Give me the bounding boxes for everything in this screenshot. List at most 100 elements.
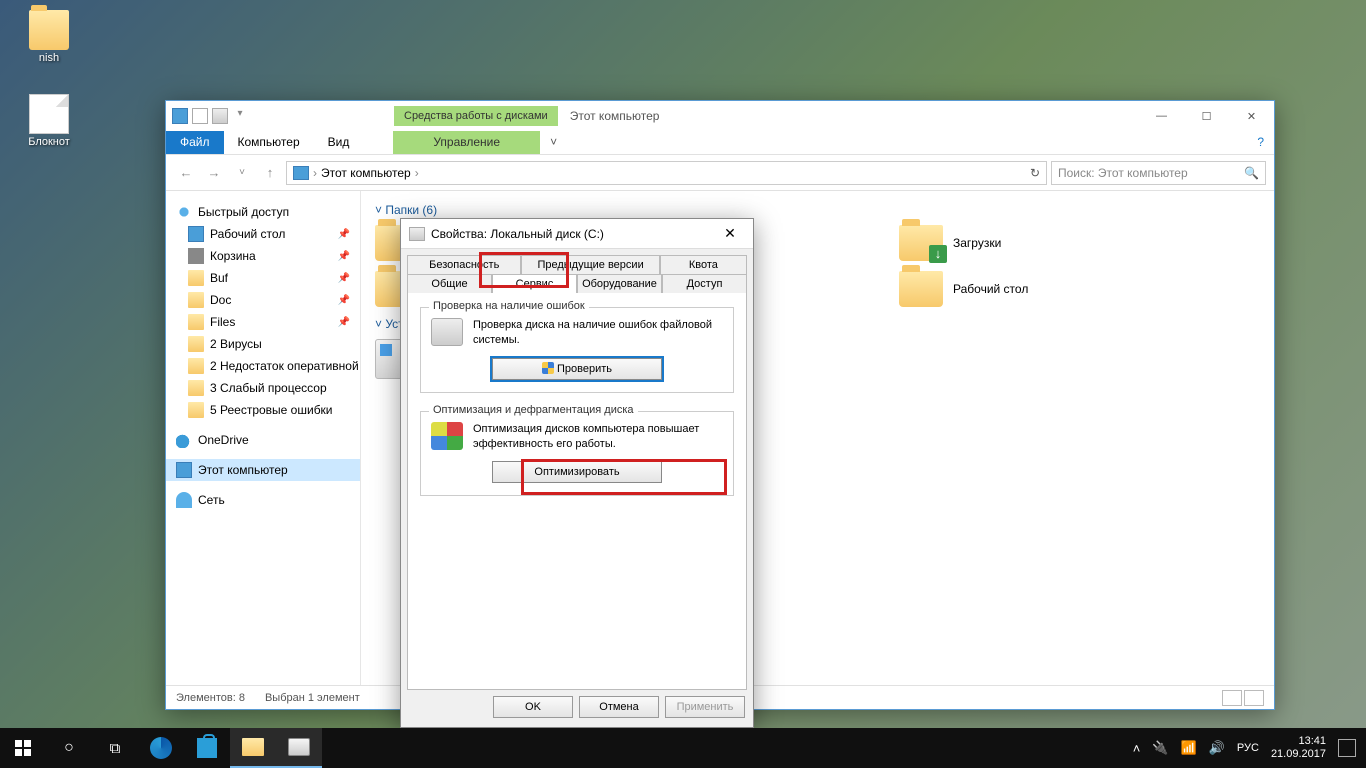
chevron-right-icon[interactable]: ›	[415, 166, 419, 180]
pin-icon: 📌	[338, 295, 350, 306]
tab-sharing[interactable]: Доступ	[662, 274, 747, 293]
taskbar-edge[interactable]	[138, 728, 184, 768]
apply-button[interactable]: Применить	[665, 696, 745, 718]
optimize-button[interactable]: Оптимизировать	[492, 461, 662, 483]
close-icon[interactable]: ✕	[715, 225, 745, 242]
sidebar-item-files[interactable]: Files📌	[166, 311, 360, 333]
desktop-icon-notepad[interactable]: Блокнот	[14, 94, 84, 148]
tab-quota[interactable]: Квота	[660, 255, 747, 275]
desktop-icon-nish[interactable]: nish	[14, 10, 84, 64]
nav-up-button[interactable]: ↑	[258, 161, 282, 185]
start-button[interactable]	[0, 728, 46, 768]
chevron-right-icon[interactable]: ›	[313, 166, 317, 180]
cancel-button[interactable]: Отмена	[579, 696, 659, 718]
pc-icon	[176, 462, 192, 478]
desktop-icon-label: nish	[14, 52, 84, 64]
folder-item-desktop[interactable]: Рабочий стол	[899, 271, 1028, 307]
sidebar-item-cpu[interactable]: 3 Слабый процессор	[166, 377, 360, 399]
taskbar-search-button[interactable]: ○	[46, 728, 92, 768]
breadcrumb-item[interactable]: Этот компьютер	[321, 166, 411, 180]
sidebar-item-buf[interactable]: Buf📌	[166, 267, 360, 289]
titlebar[interactable]: ▾ Средства работы с дисками Этот компьют…	[166, 101, 1274, 131]
ribbon-collapse-icon[interactable]: ˅	[540, 131, 567, 154]
sidebar-item-ram[interactable]: 2 Недостаток оперативной	[166, 355, 360, 377]
ribbon-tab-manage[interactable]: Управление	[393, 131, 540, 154]
tab-general[interactable]: Общие	[407, 274, 492, 293]
nav-history-button[interactable]: ˅	[230, 161, 254, 185]
search-placeholder: Поиск: Этот компьютер	[1058, 166, 1188, 180]
sidebar-this-pc[interactable]: Этот компьютер	[166, 459, 360, 481]
tab-prev-versions[interactable]: Предыдущие версии	[521, 255, 659, 275]
drive-check-icon	[431, 318, 463, 346]
sidebar-item-desktop[interactable]: Рабочий стол📌	[166, 223, 360, 245]
tray-power-icon[interactable]: 🔌	[1152, 740, 1168, 756]
tray-language[interactable]: РУС	[1237, 742, 1259, 754]
tray-wifi-icon[interactable]: 📶	[1181, 740, 1197, 756]
minimize-button[interactable]: —	[1139, 101, 1184, 131]
ribbon-tab-file[interactable]: Файл	[166, 131, 224, 154]
sidebar: Быстрый доступ Рабочий стол📌 Корзина📌 Bu…	[166, 191, 361, 685]
folder-item-downloads[interactable]: Загрузки	[899, 225, 1001, 261]
sidebar-item-doc[interactable]: Doc📌	[166, 289, 360, 311]
tray-chevron-icon[interactable]: ˄	[1133, 741, 1141, 756]
taskbar-taskview-button[interactable]: ⧉	[92, 728, 138, 768]
group-legend: Оптимизация и дефрагментация диска	[429, 404, 638, 416]
pin-icon: 📌	[338, 251, 350, 262]
ribbon-tab-view[interactable]: Вид	[314, 131, 364, 154]
view-large-icon[interactable]	[1244, 690, 1264, 706]
tray-clock[interactable]: 13:41 21.09.2017	[1271, 735, 1326, 761]
tray-volume-icon[interactable]: 🔊	[1209, 740, 1225, 756]
help-icon[interactable]: ?	[1247, 131, 1274, 154]
refresh-icon[interactable]: ↻	[1030, 166, 1040, 180]
disk-icon	[288, 738, 310, 756]
pin-icon: 📌	[338, 273, 350, 284]
downloads-folder-icon	[899, 225, 943, 261]
check-button[interactable]: Проверить	[492, 358, 662, 380]
nav-forward-button[interactable]: →	[202, 161, 226, 185]
close-button[interactable]: ✕	[1229, 101, 1274, 131]
folder-icon	[188, 336, 204, 352]
sidebar-item-recycle[interactable]: Корзина📌	[166, 245, 360, 267]
qat-newfolder-icon[interactable]	[212, 108, 228, 124]
sidebar-item-virus[interactable]: 2 Вирусы	[166, 333, 360, 355]
ok-button[interactable]: OK	[493, 696, 573, 718]
network-icon	[176, 492, 192, 508]
ribbon-tab-computer[interactable]: Компьютер	[224, 131, 314, 154]
system-tray: ˄ 🔌 📶 🔊 РУС 13:41 21.09.2017	[1123, 735, 1366, 761]
nav-back-button[interactable]: ←	[174, 161, 198, 185]
taskbar-store[interactable]	[184, 728, 230, 768]
context-tab-label: Средства работы с дисками	[394, 106, 558, 126]
tab-tools[interactable]: Сервис	[492, 274, 577, 293]
sidebar-onedrive[interactable]: OneDrive	[166, 429, 360, 451]
dialog-titlebar[interactable]: Свойства: Локальный диск (C:) ✕	[401, 219, 753, 249]
qat-properties-icon[interactable]	[192, 108, 208, 124]
tab-hardware[interactable]: Оборудование	[577, 274, 662, 293]
taskbar-explorer[interactable]	[230, 728, 276, 768]
group-error-check: Проверка на наличие ошибок Проверка диск…	[420, 307, 734, 393]
tray-action-center-icon[interactable]	[1338, 739, 1356, 757]
windows-logo-icon	[15, 740, 31, 756]
star-icon	[176, 204, 192, 220]
folder-icon	[188, 292, 204, 308]
shield-icon	[542, 362, 554, 374]
desktop-icon-label: Блокнот	[14, 136, 84, 148]
sidebar-network[interactable]: Сеть	[166, 489, 360, 511]
dialog-buttons: OK Отмена Применить	[401, 696, 753, 726]
sidebar-item-registry[interactable]: 5 Реестровые ошибки	[166, 399, 360, 421]
edge-icon	[150, 737, 172, 759]
quick-access-toolbar: ▾	[166, 108, 254, 124]
group-header-folders[interactable]: Папки (6)	[375, 203, 1260, 217]
qat-dropdown-icon[interactable]: ▾	[232, 108, 248, 124]
pin-icon: 📌	[338, 317, 350, 328]
defrag-icon	[431, 422, 463, 450]
tab-security[interactable]: Безопасность	[407, 255, 521, 275]
maximize-button[interactable]: ☐	[1184, 101, 1229, 131]
taskbar-disk-properties[interactable]	[276, 728, 322, 768]
view-details-icon[interactable]	[1222, 690, 1242, 706]
sidebar-quick-access[interactable]: Быстрый доступ	[166, 201, 360, 223]
address-bar: ← → ˅ ↑ › Этот компьютер › ↻ Поиск: Этот…	[166, 155, 1274, 191]
group-desc: Оптимизация дисков компьютера повышает э…	[473, 422, 723, 452]
group-optimize: Оптимизация и дефрагментация диска Оптим…	[420, 411, 734, 497]
search-input[interactable]: Поиск: Этот компьютер 🔍	[1051, 161, 1266, 185]
breadcrumb[interactable]: › Этот компьютер › ↻	[286, 161, 1047, 185]
